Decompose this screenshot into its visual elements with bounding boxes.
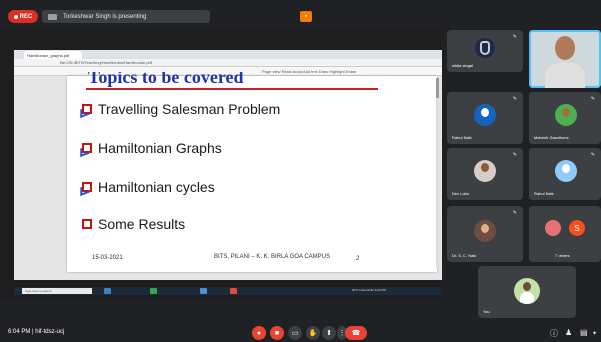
participant-face [562, 164, 570, 173]
participant-name: Dev Lobo [452, 191, 470, 196]
leave-call-button[interactable]: ☎ [345, 326, 367, 340]
participant-face [481, 108, 489, 117]
app-icon[interactable] [230, 288, 237, 294]
rec-label: REC [19, 13, 33, 20]
meeting-info: 6:04 PM | hif-tdsz-ucj [8, 329, 64, 335]
mic-off-icon: ✎ [512, 210, 517, 216]
title-underline [86, 88, 378, 90]
captions-icon: ▭ [291, 330, 299, 337]
participant-face [555, 36, 575, 60]
hand-icon: ✋ [308, 330, 318, 337]
participant-tile[interactable]: ✎ Rahul Naik [529, 148, 601, 200]
meeting-code: hif-tdsz-ucj [35, 329, 65, 335]
captions-button[interactable]: ▭ [288, 326, 302, 340]
check-icon [80, 184, 90, 196]
slide-page-number: 2 [356, 256, 360, 262]
app-icon[interactable] [200, 288, 207, 294]
participant-name: nikita singal [452, 63, 473, 68]
present-button[interactable]: ⬆ [322, 326, 336, 340]
logo-icon [480, 41, 490, 55]
participant-name: Rahul Naik [534, 191, 554, 196]
avatar [474, 160, 496, 182]
slide-footer-date: 15-03-2021 [92, 255, 123, 261]
participant-face [481, 163, 489, 172]
presenting-banner: Torkeshwar Singh is presenting [42, 10, 210, 23]
explorer-icon[interactable] [104, 288, 111, 294]
mic-off-button[interactable]: ● [252, 326, 266, 340]
mic-off-icon: ✎ [590, 152, 595, 158]
participant-tile-others[interactable]: S 7 others [529, 206, 601, 262]
participant-face [523, 282, 531, 291]
participant-tile[interactable]: ✎ Dev Lobo [447, 148, 523, 200]
checkbox-icon [80, 182, 92, 196]
check-icon [80, 106, 90, 118]
bullet-text: Hamiltonian Graphs [98, 140, 222, 156]
participant-tile[interactable]: ✎ Mahesh Gawdhone [529, 92, 601, 144]
taskbar-search[interactable]: Type here to search [22, 288, 92, 294]
mic-off-icon: ✎ [512, 34, 517, 40]
address-text: file:///D:/BITS/Teaching/Hamiltonian/Ham… [60, 60, 152, 65]
bullet-item: Some Results [82, 216, 185, 232]
record-dot-icon [13, 14, 18, 19]
participant-tile[interactable]: ✎ Dr. S. C. Naik [447, 206, 523, 262]
participant-tile[interactable]: ✎ Rahul Naik [447, 92, 523, 144]
mic-off-icon: ✎ [512, 152, 517, 158]
avatar [555, 104, 577, 126]
others-count: 7 others [555, 253, 570, 258]
recording-badge: REC [8, 10, 38, 23]
chrome-icon[interactable] [150, 288, 157, 294]
present-screen-icon [48, 13, 57, 20]
avatar [474, 220, 496, 242]
checkbox-icon [82, 219, 92, 229]
participant-tile-active-speaker[interactable] [529, 30, 601, 88]
others-avatar [545, 220, 561, 236]
bullet-text: Some Results [98, 216, 186, 232]
checkbox-icon [80, 104, 92, 118]
avatar [474, 104, 496, 126]
mic-off-icon: ● [256, 329, 262, 337]
participant-face [562, 108, 570, 117]
separator: | [32, 329, 34, 335]
hangup-icon: ☎ [351, 330, 361, 337]
slide-title: Topics to be covered [88, 72, 244, 87]
avatar [514, 278, 540, 304]
present-icon: ⬆ [326, 330, 332, 337]
participant-name: Mahesh Gawdhone [534, 135, 569, 140]
pdf-scrollbar[interactable] [436, 78, 439, 268]
mic-off-icon: ✎ [512, 96, 517, 102]
participant-name: Dr. S. C. Naik [452, 253, 477, 258]
slide-footer-institution: BITS, PILANI – K. K. BIRLA GOA CAMPUS [213, 254, 331, 260]
avatar [475, 38, 495, 58]
participant-body [520, 292, 534, 304]
browser-tab[interactable]: Hamiltonian_graphs.pdf [24, 51, 82, 59]
participant-tile[interactable]: ✎ nikita singal [447, 30, 523, 72]
participant-face [481, 224, 489, 233]
presenting-text: Torkeshwar Singh is presenting [63, 13, 147, 20]
mic-off-icon: ✎ [590, 96, 595, 102]
pdf-scroll-thumb[interactable] [436, 78, 439, 98]
clock: 6:04 PM [8, 329, 31, 335]
participant-name: You [483, 309, 490, 314]
chat-icon[interactable]: ▤ [580, 328, 588, 337]
pin-icon[interactable]: ▪ [300, 11, 312, 22]
participant-body [545, 62, 585, 88]
raise-hand-button[interactable]: ✋ [306, 326, 320, 340]
avatar [555, 160, 577, 182]
participant-name: Rahul Naik [452, 135, 472, 140]
self-tile[interactable]: You [478, 266, 576, 318]
bullet-item: Hamiltonian cycles [80, 179, 215, 196]
info-icon[interactable]: ⓘ [550, 328, 558, 339]
bullet-item: Travelling Salesman Problem [80, 101, 281, 118]
activities-icon[interactable]: ✦ [592, 330, 597, 337]
bullet-item: Hamiltonian Graphs [80, 140, 222, 157]
checkbox-icon [80, 143, 92, 157]
people-icon[interactable]: ♟ [565, 328, 572, 337]
camera-off-button[interactable]: ■ [270, 326, 284, 340]
bullet-text: Travelling Salesman Problem [98, 101, 281, 117]
bullet-text: Hamiltonian cycles [98, 179, 215, 195]
others-badge: S [569, 220, 585, 236]
camera-off-icon: ■ [274, 329, 280, 337]
system-tray: 30°C Haze ENG 6:04 PM [352, 288, 386, 292]
check-icon [80, 145, 90, 157]
